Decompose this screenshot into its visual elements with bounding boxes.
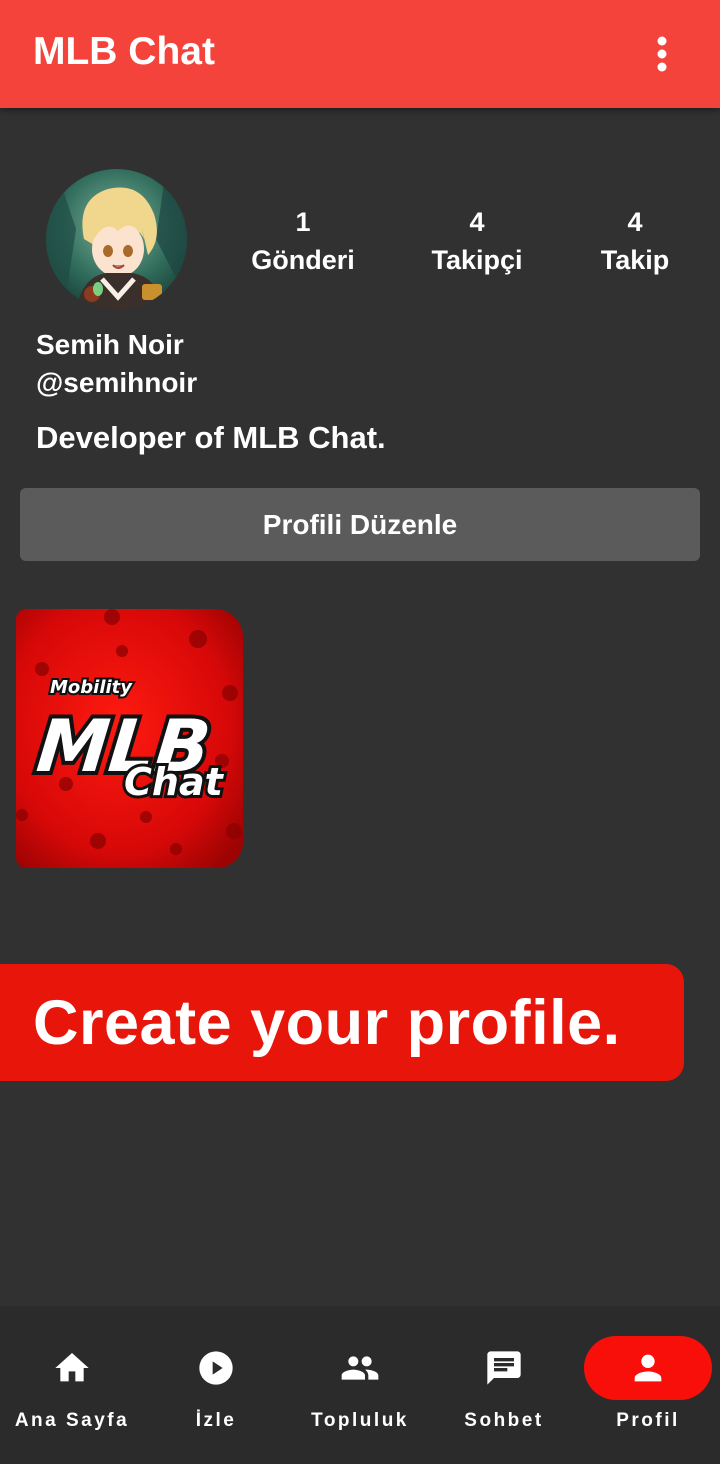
stat-posts-label: Gönderi — [251, 245, 355, 275]
nav-label-profile: Profil — [616, 1410, 680, 1431]
app-title: MLB Chat — [33, 30, 215, 73]
display-name: Semih Noir — [36, 329, 184, 360]
stat-following-value: 4 — [627, 207, 643, 237]
nav-item-chat[interactable]: Sohbet — [432, 1306, 576, 1464]
logo-small-text: Mobility — [50, 677, 133, 698]
nav-label-home: Ana Sayfa — [14, 1410, 130, 1431]
more-vert-icon — [657, 36, 667, 72]
nav-item-community[interactable]: Topluluk — [288, 1306, 432, 1464]
stat-posts[interactable]: 1 Gönderi — [251, 203, 355, 279]
promo-text: Create your profile. — [33, 987, 621, 1058]
stat-following[interactable]: 4 Takip — [601, 203, 670, 279]
promo-banner: Create your profile. — [0, 964, 684, 1081]
nav-label-community: Topluluk — [311, 1410, 409, 1431]
stat-following-label: Takip — [600, 245, 670, 275]
home-icon — [55, 1353, 89, 1382]
play-circle-icon — [199, 1351, 233, 1385]
nav-item-profile[interactable]: Profil — [576, 1306, 720, 1464]
stat-followers[interactable]: 4 Takipçi — [431, 203, 522, 279]
people-icon — [341, 1356, 379, 1380]
post-thumbnail[interactable]: Mobility MLB Chat — [16, 609, 243, 868]
username: @semihnoir — [36, 367, 198, 398]
more-options-button[interactable] — [640, 30, 684, 78]
bio-text: Developer of MLB Chat. — [36, 420, 386, 455]
person-icon — [634, 1354, 662, 1382]
nav-label-chat: Sohbet — [464, 1410, 544, 1431]
stat-followers-value: 4 — [469, 207, 485, 237]
nav-item-watch[interactable]: İzle — [144, 1306, 288, 1464]
app-bar: MLB Chat — [0, 0, 720, 108]
stat-followers-label: Takipçi — [431, 245, 523, 275]
nav-label-watch: İzle — [195, 1410, 237, 1431]
edit-profile-button[interactable]: Profili Düzenle — [20, 488, 700, 561]
nav-item-home[interactable]: Ana Sayfa — [0, 1306, 144, 1464]
chat-icon — [487, 1351, 521, 1385]
stat-posts-value: 1 — [295, 207, 311, 237]
logo-sub-text: Chat — [124, 760, 225, 804]
avatar[interactable] — [46, 169, 187, 310]
bottom-navigation: Ana Sayfa İzle Topluluk Sohbet Profil — [0, 1306, 720, 1464]
